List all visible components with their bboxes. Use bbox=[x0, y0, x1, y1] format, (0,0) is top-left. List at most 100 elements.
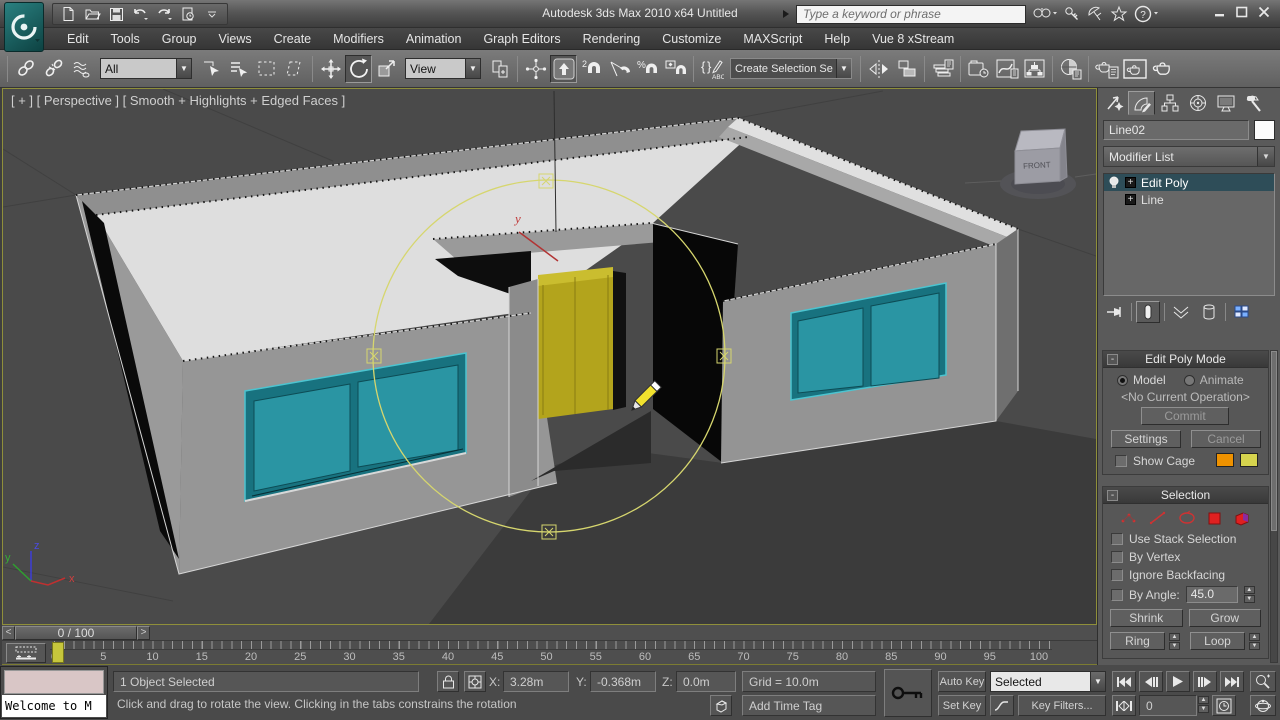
previous-frame-button[interactable] bbox=[1139, 671, 1163, 692]
orbit-tool-button[interactable] bbox=[1250, 695, 1276, 716]
angle-spinner[interactable]: ▲ ▼ bbox=[1243, 586, 1255, 603]
shrink-button[interactable]: Shrink bbox=[1110, 609, 1183, 627]
cancel-button[interactable]: Cancel bbox=[1191, 430, 1261, 448]
tab-motion-icon[interactable] bbox=[1184, 91, 1211, 115]
menu-edit[interactable]: Edit bbox=[56, 28, 100, 49]
current-frame-marker[interactable] bbox=[52, 642, 64, 663]
fetch-icon[interactable] bbox=[177, 4, 199, 24]
curve-editor-icon[interactable] bbox=[993, 55, 1020, 83]
select-and-rotate-icon[interactable] bbox=[345, 54, 372, 83]
remove-modifier-icon[interactable] bbox=[1197, 301, 1221, 323]
align-icon[interactable] bbox=[893, 55, 920, 83]
show-end-result-icon[interactable] bbox=[1136, 301, 1160, 323]
time-prev-button[interactable]: < bbox=[2, 625, 15, 640]
modifier-stack[interactable]: + Edit Poly + Line bbox=[1103, 173, 1275, 296]
element-subobject-icon[interactable] bbox=[1233, 510, 1253, 526]
redo-icon[interactable] bbox=[153, 4, 175, 24]
layer-manager-icon[interactable] bbox=[929, 55, 956, 83]
track-bar-ruler[interactable]: 0510152025303540455055606570758085909510… bbox=[50, 641, 1052, 665]
select-and-link-icon[interactable] bbox=[12, 55, 39, 83]
use-stack-selection-checkbox[interactable]: Use Stack Selection bbox=[1103, 530, 1268, 548]
graphite-modeling-tools-icon[interactable] bbox=[965, 55, 992, 83]
ring-spinner[interactable]: ▲ ▼ bbox=[1169, 632, 1180, 650]
mirror-icon[interactable] bbox=[865, 55, 892, 83]
radio-animate[interactable]: Animate bbox=[1183, 373, 1244, 387]
selection-filter-dropdown[interactable]: All ▼ bbox=[100, 58, 192, 79]
search-expand-icon[interactable] bbox=[782, 9, 790, 19]
communication-center-icon[interactable] bbox=[1086, 5, 1104, 23]
reference-coordinate-dropdown[interactable]: View ▼ bbox=[405, 58, 481, 79]
help-icon[interactable]: ? bbox=[1134, 5, 1160, 23]
customize-qat-dropdown-icon[interactable] bbox=[201, 4, 223, 24]
search-input[interactable]: Type a keyword or phrase bbox=[796, 4, 1026, 24]
menu-vue-xstream[interactable]: Vue 8 xStream bbox=[861, 28, 965, 49]
named-selection-set-dropdown[interactable]: Create Selection Se ▼ bbox=[730, 58, 852, 79]
menu-maxscript[interactable]: MAXScript bbox=[732, 28, 813, 49]
edit-named-selection-sets-icon[interactable]: {} ABC bbox=[698, 55, 725, 83]
select-and-manipulate-icon[interactable] bbox=[522, 55, 549, 83]
rollout-header-selection[interactable]: - Selection bbox=[1103, 487, 1268, 504]
rendered-frame-window-icon[interactable] bbox=[1121, 55, 1148, 83]
angle-value-field[interactable]: 45.0 bbox=[1185, 586, 1238, 603]
key-filters-button[interactable]: Key Filters... bbox=[1018, 695, 1106, 716]
ignore-backfacing-checkbox[interactable]: Ignore Backfacing bbox=[1103, 566, 1268, 584]
stack-item-line[interactable]: + Line bbox=[1104, 191, 1274, 208]
menu-views[interactable]: Views bbox=[207, 28, 262, 49]
new-scene-icon[interactable] bbox=[57, 4, 79, 24]
tab-create-icon[interactable] bbox=[1100, 91, 1127, 115]
favorites-star-icon[interactable] bbox=[1110, 5, 1128, 23]
set-key-button[interactable]: Set Key bbox=[938, 695, 986, 716]
settings-button[interactable]: Settings bbox=[1111, 430, 1181, 448]
expand-icon[interactable]: + bbox=[1125, 177, 1136, 188]
track-bar[interactable]: 0510152025303540455055606570758085909510… bbox=[2, 641, 1097, 665]
select-and-scale-icon[interactable] bbox=[373, 55, 400, 83]
cage-color-swatch[interactable] bbox=[1216, 453, 1234, 467]
time-slider-handle[interactable]: 0 / 100 bbox=[15, 625, 137, 640]
commit-button[interactable]: Commit bbox=[1141, 407, 1229, 425]
go-to-end-button[interactable] bbox=[1220, 671, 1244, 692]
key-mode-dropdown[interactable]: Selected ▼ bbox=[990, 671, 1106, 692]
viewport-label[interactable]: [ + ] [ Perspective ] [ Smooth + Highlig… bbox=[11, 93, 345, 108]
ring-button[interactable]: Ring bbox=[1110, 632, 1165, 650]
render-production-icon[interactable] bbox=[1149, 55, 1176, 83]
spinner-snap-toggle-icon[interactable] bbox=[662, 55, 689, 83]
mini-curve-editor-button[interactable] bbox=[6, 643, 46, 663]
absolute-offset-toggle[interactable] bbox=[464, 671, 486, 692]
menu-create[interactable]: Create bbox=[263, 28, 323, 49]
schematic-view-icon[interactable] bbox=[1021, 55, 1048, 83]
keyboard-shortcut-override-icon[interactable] bbox=[550, 54, 577, 83]
add-time-tag[interactable]: Add Time Tag bbox=[742, 695, 876, 716]
expand-icon[interactable]: + bbox=[1125, 194, 1136, 205]
set-keys-button[interactable] bbox=[884, 669, 932, 717]
menu-tools[interactable]: Tools bbox=[100, 28, 151, 49]
tab-hierarchy-icon[interactable] bbox=[1156, 91, 1183, 115]
x-coordinate-field[interactable]: 3.28m bbox=[503, 671, 569, 692]
current-frame-field[interactable]: 0 bbox=[1139, 695, 1197, 716]
menu-graph-editors[interactable]: Graph Editors bbox=[472, 28, 571, 49]
grow-button[interactable]: Grow bbox=[1188, 609, 1261, 627]
time-next-button[interactable]: > bbox=[137, 625, 150, 640]
open-file-icon[interactable] bbox=[81, 4, 103, 24]
time-slider[interactable]: < 0 / 100 > bbox=[2, 625, 1097, 641]
rectangular-selection-region-icon[interactable] bbox=[253, 55, 280, 83]
frame-spinner[interactable]: ▲ ▼ bbox=[1198, 696, 1209, 713]
angle-snap-toggle-icon[interactable] bbox=[606, 55, 633, 83]
border-subobject-icon[interactable] bbox=[1177, 510, 1197, 526]
panel-scrollbar[interactable] bbox=[1270, 350, 1278, 663]
vertex-subobject-icon[interactable] bbox=[1119, 510, 1139, 526]
edge-subobject-icon[interactable] bbox=[1148, 510, 1168, 526]
y-coordinate-field[interactable]: -0.368m bbox=[590, 671, 656, 692]
time-configuration-button[interactable] bbox=[1212, 695, 1236, 716]
select-by-name-icon[interactable] bbox=[225, 55, 252, 83]
key-mode-toggle-button[interactable] bbox=[1112, 695, 1136, 716]
menu-rendering[interactable]: Rendering bbox=[572, 28, 652, 49]
configure-modifier-sets-icon[interactable] bbox=[1230, 301, 1254, 323]
tab-utilities-icon[interactable] bbox=[1240, 91, 1267, 115]
rollout-header-edit-poly-mode[interactable]: - Edit Poly Mode bbox=[1103, 351, 1268, 368]
snaps-toggle-2d-icon[interactable]: 2 bbox=[578, 55, 605, 83]
subscription-center-icon[interactable] bbox=[1064, 5, 1080, 23]
selection-lock-toggle[interactable] bbox=[437, 671, 459, 692]
percent-snap-toggle-icon[interactable]: % bbox=[634, 55, 661, 83]
lightbulb-icon[interactable] bbox=[1108, 176, 1120, 190]
unlink-selection-icon[interactable] bbox=[40, 55, 67, 83]
